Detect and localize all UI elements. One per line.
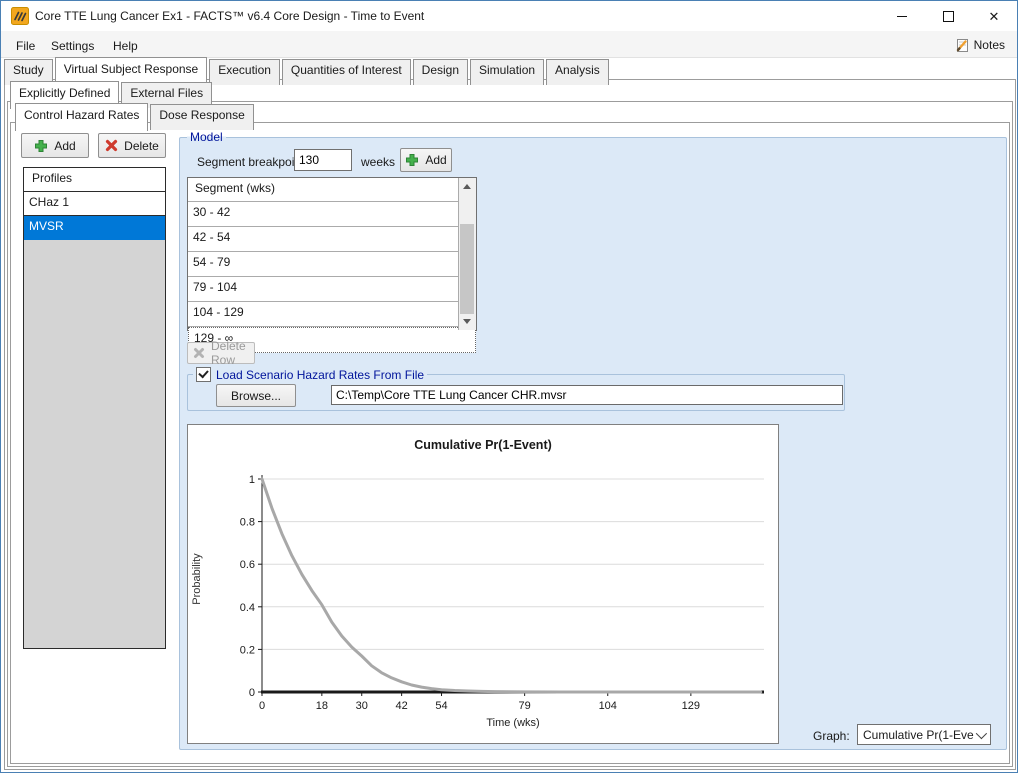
add-profile-button[interactable]: Add: [21, 133, 89, 158]
segment-breakpoint-label: Segment breakpoint:: [197, 155, 308, 169]
minimize-icon: [897, 16, 907, 17]
browse-label: Browse...: [231, 389, 281, 403]
delete-row-label: Delete Row: [211, 339, 254, 367]
minimize-button[interactable]: [879, 1, 925, 31]
load-file-groupbox-label: Load Scenario Hazard Rates From File: [193, 367, 427, 382]
segment-row[interactable]: 79 - 104: [188, 277, 476, 302]
app-window: Core TTE Lung Cancer Ex1 - FACTS™ v6.4 C…: [0, 0, 1018, 773]
svg-text:0: 0: [249, 687, 255, 699]
menu-help[interactable]: Help: [107, 36, 144, 56]
svg-text:42: 42: [396, 700, 408, 712]
profiles-list-header: Profiles: [24, 168, 165, 192]
profiles-list: Profiles CHaz 1 MVSR: [23, 167, 166, 649]
svg-text:104: 104: [599, 700, 617, 712]
delete-profile-button[interactable]: Delete: [98, 133, 166, 158]
chart-y-axis-label: Probability: [191, 504, 203, 654]
browse-button[interactable]: Browse...: [216, 384, 296, 407]
svg-text:0.2: 0.2: [240, 644, 255, 656]
svg-text:18: 18: [316, 700, 328, 712]
load-file-checkbox[interactable]: [196, 367, 211, 382]
graph-selector-dropdown[interactable]: Cumulative Pr(1-Eve: [857, 724, 991, 745]
delete-profile-label: Delete: [124, 139, 159, 153]
file-path-input[interactable]: [331, 385, 843, 405]
close-icon: ✕: [989, 10, 1000, 23]
profile-row-chaz1[interactable]: CHaz 1: [24, 192, 165, 216]
gray-x-icon: [193, 347, 205, 359]
maximize-icon: [943, 11, 954, 22]
plus-icon: [34, 139, 48, 153]
tab-dose-response[interactable]: Dose Response: [150, 104, 253, 130]
plus-icon: [405, 153, 419, 167]
notes-pencil-icon: [954, 37, 970, 53]
window-title: Core TTE Lung Cancer Ex1 - FACTS™ v6.4 C…: [35, 9, 424, 23]
svg-text:0.8: 0.8: [240, 517, 255, 529]
load-file-label: Load Scenario Hazard Rates From File: [216, 368, 424, 382]
hazard-chart: 0 0.2 0.4 0.6 0.8 1 0 18 30 42 54 79 104 129 Cumulati…: [187, 424, 779, 744]
chart-x-axis-label: Time (wks): [262, 717, 764, 729]
chevron-down-icon: [976, 728, 987, 739]
title-bar: Core TTE Lung Cancer Ex1 - FACTS™ v6.4 C…: [1, 1, 1017, 31]
graph-selector-value: Cumulative Pr(1-Eve: [863, 728, 974, 742]
segment-row[interactable]: 104 - 129: [188, 302, 476, 327]
svg-text:54: 54: [435, 700, 447, 712]
notes-button[interactable]: Notes: [950, 35, 1009, 55]
app-logo-icon: [11, 7, 29, 25]
weeks-label: weeks: [361, 155, 395, 169]
add-segment-button[interactable]: Add: [400, 148, 452, 172]
svg-text:79: 79: [519, 700, 531, 712]
menu-file[interactable]: File: [10, 36, 41, 56]
hazard-tab-strip: Control Hazard Rates Dose Response: [15, 103, 256, 130]
segment-breakpoint-input[interactable]: [294, 149, 352, 171]
segment-row[interactable]: 42 - 54: [188, 227, 476, 252]
segment-row[interactable]: 54 - 79: [188, 252, 476, 277]
red-x-icon: [105, 139, 118, 152]
chevron-down-icon: [463, 319, 471, 324]
svg-text:0.4: 0.4: [240, 602, 255, 614]
add-profile-label: Add: [54, 139, 75, 153]
notes-label: Notes: [974, 38, 1005, 52]
menu-bar: [1, 31, 1017, 58]
graph-selector-label: Graph:: [813, 729, 850, 743]
tab-quantities-of-interest[interactable]: Quantities of Interest: [282, 59, 411, 85]
tab-analysis[interactable]: Analysis: [546, 59, 609, 85]
add-segment-label: Add: [425, 153, 446, 167]
svg-text:0.6: 0.6: [240, 559, 255, 571]
profile-row-mvsr[interactable]: MVSR: [24, 216, 165, 240]
scrollbar-thumb[interactable]: [460, 224, 474, 314]
segment-row[interactable]: 30 - 42: [188, 202, 476, 227]
chart-plot-area: 0 0.2 0.4 0.6 0.8 1 0 18 30 42 54 79 104 129: [188, 425, 778, 743]
segments-scrollbar[interactable]: [458, 178, 476, 330]
scroll-down-button[interactable]: [459, 313, 475, 330]
chevron-up-icon: [463, 184, 471, 189]
svg-text:1: 1: [249, 474, 255, 486]
tab-design[interactable]: Design: [413, 59, 468, 85]
svg-text:129: 129: [682, 700, 700, 712]
svg-text:30: 30: [356, 700, 368, 712]
chart-title: Cumulative Pr(1-Event): [188, 438, 778, 452]
tab-simulation[interactable]: Simulation: [470, 59, 544, 85]
segments-table: Segment (wks) 30 - 42 42 - 54 54 - 79 79…: [187, 177, 477, 331]
maximize-button[interactable]: [925, 1, 971, 31]
delete-row-button[interactable]: Delete Row: [187, 342, 255, 364]
close-button[interactable]: ✕: [971, 1, 1017, 31]
svg-text:0: 0: [259, 700, 265, 712]
segments-column-header: Segment (wks): [188, 178, 476, 202]
tab-control-hazard-rates[interactable]: Control Hazard Rates: [15, 103, 148, 131]
menu-settings[interactable]: Settings: [45, 36, 100, 56]
scroll-up-button[interactable]: [459, 178, 475, 195]
tab-execution[interactable]: Execution: [209, 59, 280, 85]
model-groupbox-label: Model: [187, 130, 226, 144]
